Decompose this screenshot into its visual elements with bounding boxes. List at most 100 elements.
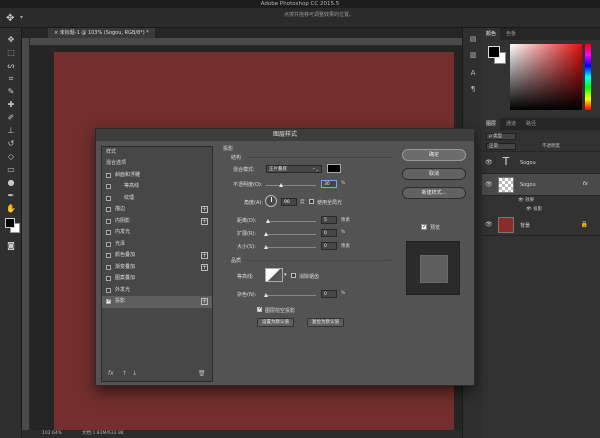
layer-row-background[interactable]: 👁 背景 🔒 xyxy=(482,214,600,236)
tab-swatches[interactable]: 色板 xyxy=(502,28,520,40)
spread-input[interactable]: 0 xyxy=(321,229,337,237)
trash-icon[interactable]: 🗑 xyxy=(198,367,206,381)
style-list-item[interactable]: 图案叠加 xyxy=(102,273,212,285)
lasso-tool-icon[interactable]: ᔕ xyxy=(5,60,17,71)
chevron-down-icon[interactable]: ▾ xyxy=(284,272,287,278)
add-style-icon[interactable]: + xyxy=(201,217,208,225)
fx-icon[interactable]: fx xyxy=(108,367,114,381)
horizontal-ruler[interactable] xyxy=(22,38,462,46)
style-list-item[interactable]: 内发光 xyxy=(102,227,212,239)
size-slider[interactable] xyxy=(263,245,316,249)
spread-slider[interactable] xyxy=(263,232,316,236)
opacity-slider[interactable] xyxy=(266,183,316,187)
vertical-ruler[interactable] xyxy=(22,38,30,430)
document-tab[interactable]: × 未标题-1 @ 103% (Sogou, RGB/8*) * xyxy=(48,28,155,38)
paragraph-panel-icon[interactable]: ¶ xyxy=(467,84,479,94)
layer-effects-group[interactable]: 👁 效果 xyxy=(482,196,600,205)
style-checkbox[interactable] xyxy=(106,276,111,281)
knockout-checkbox[interactable]: ✓ xyxy=(257,307,262,312)
layer-name[interactable]: Sogou xyxy=(520,160,536,166)
quick-mask-icon[interactable]: ◙ xyxy=(5,240,17,251)
layer-blend-mode[interactable]: 正常 xyxy=(486,143,516,150)
tab-channels[interactable]: 通道 xyxy=(502,118,520,130)
layer-kind-filter[interactable]: ρ 类型 xyxy=(486,133,516,140)
ok-button[interactable]: 确定 xyxy=(402,149,466,161)
color-panel-foreground[interactable] xyxy=(488,46,500,58)
distance-slider[interactable] xyxy=(266,219,316,223)
size-slider-knob[interactable] xyxy=(263,245,268,249)
eye-icon[interactable]: 👁 xyxy=(485,159,493,166)
stamp-tool-icon[interactable]: ⊥ xyxy=(5,125,17,136)
style-list-item[interactable]: 描边 + xyxy=(102,204,212,216)
style-checkbox[interactable] xyxy=(106,230,111,235)
make-default-button[interactable]: 设置为默认值 xyxy=(257,318,294,327)
style-list-item[interactable]: 斜面和浮雕 xyxy=(102,170,212,182)
eye-icon[interactable]: 👁 xyxy=(485,181,493,188)
style-checkbox[interactable] xyxy=(106,184,111,189)
style-list-item[interactable]: 外发光 xyxy=(102,285,212,297)
new-style-button[interactable]: 新建样式... xyxy=(402,187,466,199)
reset-default-button[interactable]: 复位为默认值 xyxy=(307,318,344,327)
move-up-icon[interactable]: ↑ xyxy=(122,367,127,381)
style-checkbox[interactable] xyxy=(106,207,111,212)
dodge-tool-icon[interactable]: ● xyxy=(5,177,17,188)
style-list-item[interactable]: ✓ 投影 + xyxy=(102,296,212,308)
move-tool-icon[interactable]: ✥ xyxy=(5,34,17,45)
preview-checkbox[interactable]: ✓ xyxy=(421,224,427,230)
style-checkbox[interactable] xyxy=(106,241,111,247)
contour-preview[interactable] xyxy=(265,268,283,282)
brush-tool-icon[interactable]: ✐ xyxy=(5,112,17,123)
add-style-icon[interactable]: + xyxy=(201,298,208,305)
properties-panel-icon[interactable]: ▥ xyxy=(467,50,479,60)
style-checkbox[interactable] xyxy=(106,172,111,178)
opacity-slider-knob[interactable] xyxy=(278,183,283,187)
text-panel-icon[interactable]: A xyxy=(467,68,479,78)
zoom-level[interactable]: 102.64% xyxy=(42,430,62,438)
shadow-color-swatch[interactable] xyxy=(327,164,341,173)
global-light-checkbox[interactable] xyxy=(309,199,314,204)
noise-slider-knob[interactable] xyxy=(263,293,268,297)
style-checkbox[interactable] xyxy=(106,218,111,224)
antialias-checkbox[interactable] xyxy=(291,273,296,278)
noise-input[interactable]: 0 xyxy=(321,290,337,298)
eye-icon[interactable]: 👁 xyxy=(485,221,493,228)
marquee-tool-icon[interactable]: ⬚ xyxy=(5,47,17,58)
style-list-item[interactable]: 纹理 xyxy=(102,193,212,205)
style-list-item[interactable]: 混合选项 xyxy=(102,158,212,170)
style-list-item[interactable]: 渐变叠加 + xyxy=(102,262,212,274)
color-picker-field[interactable] xyxy=(510,44,582,110)
add-style-icon[interactable]: + xyxy=(201,252,208,259)
hue-slider[interactable] xyxy=(585,44,591,110)
spread-slider-knob[interactable] xyxy=(263,232,268,236)
pen-tool-icon[interactable]: ✒ xyxy=(5,190,17,201)
eyedropper-tool-icon[interactable]: ✎ xyxy=(5,86,17,97)
distance-input[interactable]: 5 xyxy=(321,216,337,224)
style-list-item[interactable]: 光泽 xyxy=(102,239,212,251)
move-down-icon[interactable]: ↓ xyxy=(132,367,137,381)
tab-color[interactable]: 颜色 xyxy=(482,28,501,40)
style-list-item[interactable]: 内阴影 + xyxy=(102,216,212,228)
style-checkbox[interactable] xyxy=(106,287,111,293)
style-checkbox[interactable] xyxy=(106,195,111,201)
history-panel-icon[interactable]: ▤ xyxy=(467,34,479,44)
tool-preset-chevron-icon[interactable]: ▾ xyxy=(20,14,23,21)
layer-name[interactable]: Sogou xyxy=(520,182,536,188)
angle-dial[interactable] xyxy=(265,195,277,207)
gradient-tool-icon[interactable]: ▭ xyxy=(5,164,17,175)
opacity-input[interactable]: 30 xyxy=(321,180,337,188)
styles-list-header[interactable]: 样式 xyxy=(102,147,212,158)
layer-opacity-label[interactable]: 不透明度 xyxy=(542,143,560,149)
cancel-button[interactable]: 取消 xyxy=(402,168,466,180)
crop-tool-icon[interactable]: ⌗ xyxy=(5,73,17,84)
distance-slider-knob[interactable] xyxy=(266,219,270,223)
add-style-icon[interactable]: + xyxy=(201,206,208,213)
angle-input[interactable]: 90 xyxy=(281,198,297,206)
style-checkbox[interactable]: ✓ xyxy=(106,299,111,304)
noise-slider[interactable] xyxy=(263,293,316,297)
move-tool-icon[interactable]: ✥ xyxy=(6,14,14,24)
history-brush-icon[interactable]: ↺ xyxy=(5,138,17,149)
add-style-icon[interactable]: + xyxy=(201,263,208,271)
style-list-item[interactable]: 颜色叠加 + xyxy=(102,250,212,262)
fx-icon[interactable]: fx xyxy=(583,181,588,187)
tab-layers[interactable]: 图层 xyxy=(482,118,501,130)
